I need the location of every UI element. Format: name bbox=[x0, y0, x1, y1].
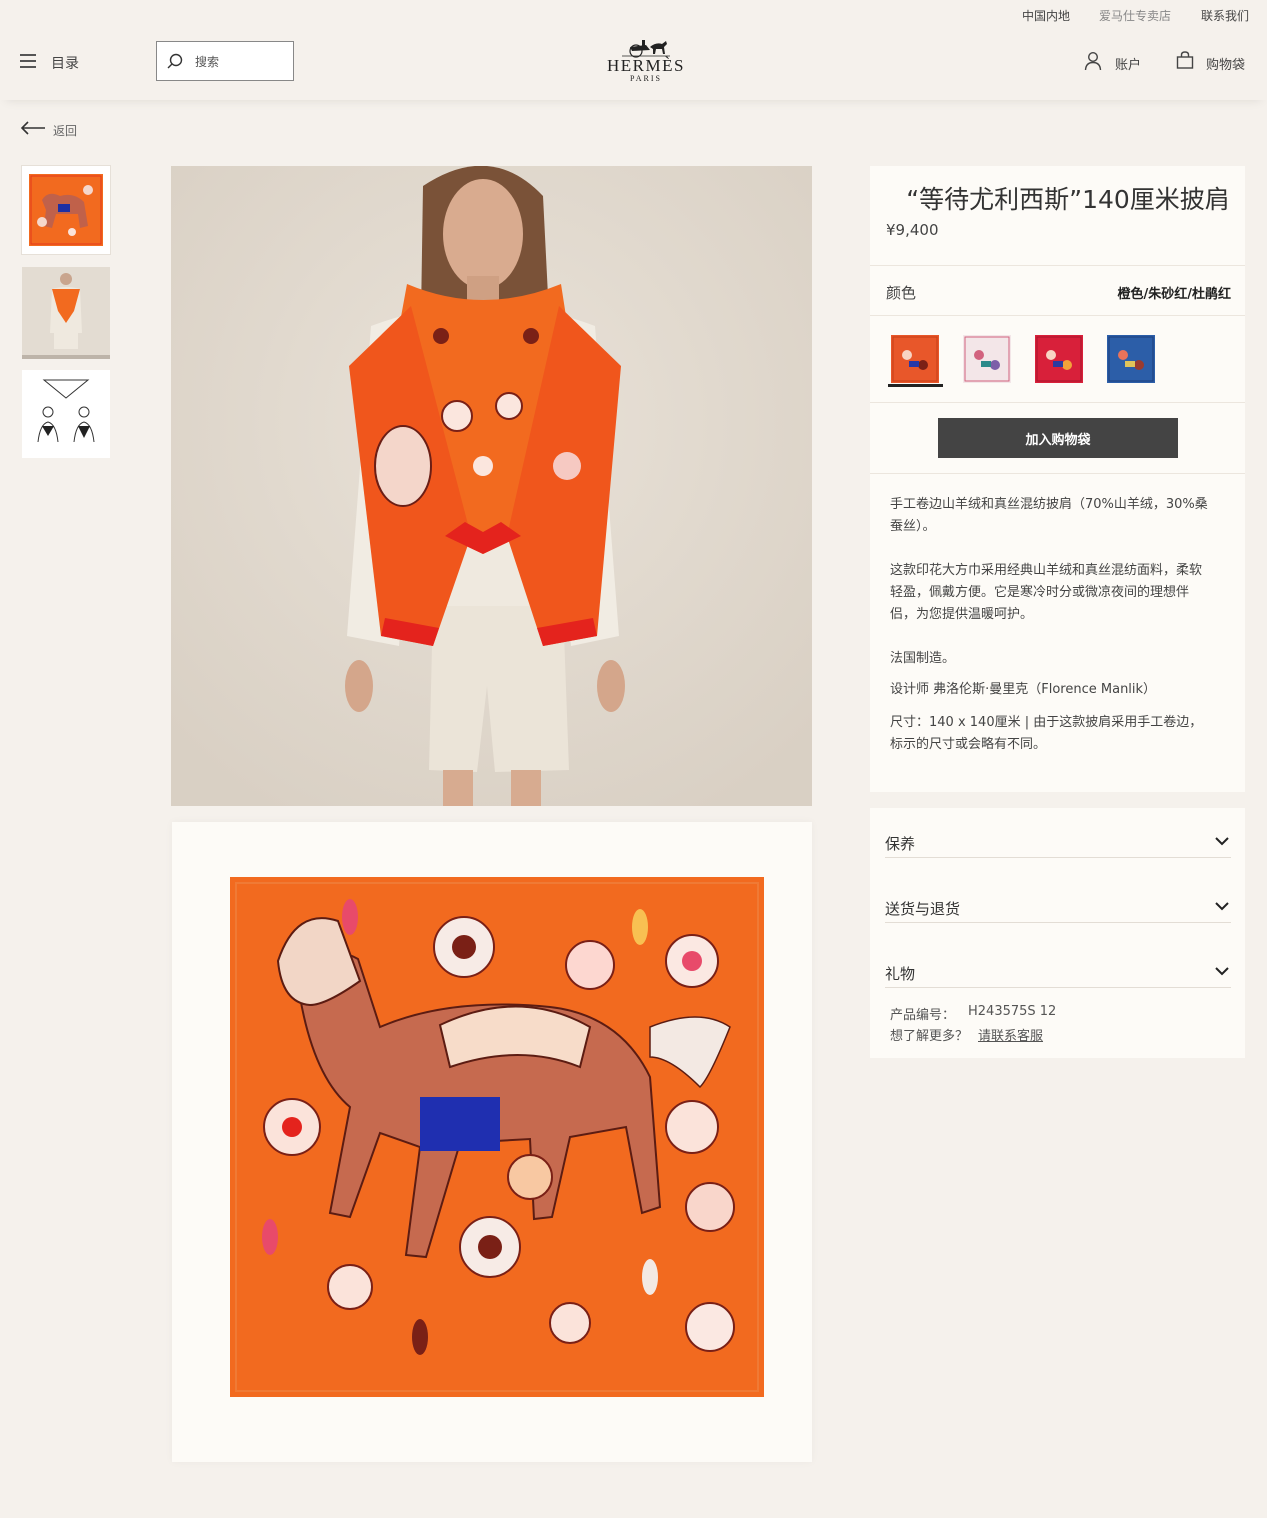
contact-link[interactable]: 联系我们 bbox=[1201, 7, 1249, 24]
description-line: 手工卷边山羊绒和真丝混纺披肩（70%山羊绒，30%桑 bbox=[890, 497, 1208, 512]
shopping-bag-icon[interactable] bbox=[1176, 51, 1194, 69]
accordion-divider bbox=[885, 857, 1231, 858]
contact-service-link[interactable]: 请联系客服 bbox=[978, 1025, 1043, 1044]
model-thumbnail-image bbox=[22, 267, 110, 359]
product-model-image bbox=[171, 166, 812, 806]
scarf-flat-image-panel bbox=[172, 822, 812, 1462]
more-info-label: 想了解更多？ bbox=[890, 1029, 969, 1044]
product-title: “等待尤利西斯”140厘米披肩 bbox=[906, 185, 1230, 214]
divider bbox=[870, 402, 1245, 403]
designer-label: 设计师 弗洛伦斯·曼里克（Florence Manlik） bbox=[890, 682, 1157, 697]
swatch-blue[interactable] bbox=[1107, 335, 1155, 383]
accordion-care[interactable]: 保养 bbox=[885, 833, 915, 854]
size-label: 尺寸：140 x 140厘米 | 由于这款披肩采用手工卷边， bbox=[890, 715, 1203, 730]
description-line: 侣，为您提供温暖呵护。 bbox=[890, 607, 1034, 622]
menu-label[interactable]: 目录 bbox=[51, 53, 79, 73]
divider bbox=[870, 265, 1245, 266]
logo-subtitle: PARIS bbox=[630, 74, 662, 83]
description-line: 蚕丝）。 bbox=[890, 519, 936, 534]
region-link[interactable]: 中国内地 bbox=[1022, 7, 1070, 24]
thumbnail-scarf[interactable] bbox=[21, 165, 111, 255]
tying-guide-thumbnail-image bbox=[37, 379, 95, 443]
search-icon bbox=[167, 53, 183, 69]
hermes-logo[interactable]: HERMÈS PARIS bbox=[598, 36, 694, 88]
swatch-red[interactable] bbox=[1035, 335, 1083, 383]
color-value: 橙色/朱砂红/杜鹃红 bbox=[1117, 287, 1232, 302]
account-link[interactable]: 账户 bbox=[1115, 54, 1141, 73]
account-icon[interactable] bbox=[1084, 51, 1102, 71]
scarf-flat-image bbox=[230, 877, 764, 1397]
made-in-label: 法国制造。 bbox=[890, 651, 956, 666]
chevron-down-icon[interactable] bbox=[1215, 836, 1229, 846]
description-line: 这款印花大方巾采用经典山羊绒和真丝混纺面料，柔软 bbox=[890, 563, 1203, 578]
scarf-thumbnail-image bbox=[29, 174, 103, 246]
thumbnail-tying-guide[interactable] bbox=[22, 370, 110, 458]
divider bbox=[870, 473, 1245, 474]
swatch-orange[interactable] bbox=[891, 335, 939, 383]
accordion-divider bbox=[885, 922, 1231, 923]
search-input[interactable] bbox=[195, 52, 285, 72]
accordion-delivery[interactable]: 送货与退货 bbox=[885, 898, 960, 919]
search-box[interactable] bbox=[156, 41, 294, 81]
chevron-down-icon[interactable] bbox=[1215, 901, 1229, 911]
product-price: ¥9,400 bbox=[886, 221, 939, 239]
description-line: 轻盈，佩戴方便。它是寒冷时分或微凉夜间的理想伴 bbox=[890, 585, 1190, 600]
color-label: 颜色 bbox=[886, 284, 917, 302]
back-arrow-icon[interactable] bbox=[20, 120, 46, 136]
accordion-gift[interactable]: 礼物 bbox=[885, 963, 915, 984]
back-link[interactable]: 返回 bbox=[53, 122, 77, 139]
carriage-logo-icon bbox=[622, 40, 670, 58]
size-note: 标示的尺寸或会略有不同。 bbox=[890, 737, 1047, 752]
selected-swatch-indicator bbox=[888, 384, 943, 387]
menu-icon[interactable] bbox=[20, 54, 36, 68]
accordion-divider bbox=[885, 987, 1231, 988]
chevron-down-icon[interactable] bbox=[1215, 966, 1229, 976]
thumbnail-model[interactable] bbox=[22, 267, 110, 359]
divider bbox=[870, 315, 1245, 316]
bag-link[interactable]: 购物袋 bbox=[1206, 54, 1245, 73]
sku-label: 产品编号： bbox=[890, 1008, 956, 1023]
add-to-cart-button[interactable]: 加入购物袋 bbox=[938, 418, 1178, 458]
logo-wordmark: HERMÈS bbox=[607, 56, 685, 75]
stores-link[interactable]: 爱马仕专卖店 bbox=[1099, 7, 1171, 24]
sku-value: H243575S 12 bbox=[968, 1004, 1057, 1019]
swatch-pink[interactable] bbox=[963, 335, 1011, 383]
